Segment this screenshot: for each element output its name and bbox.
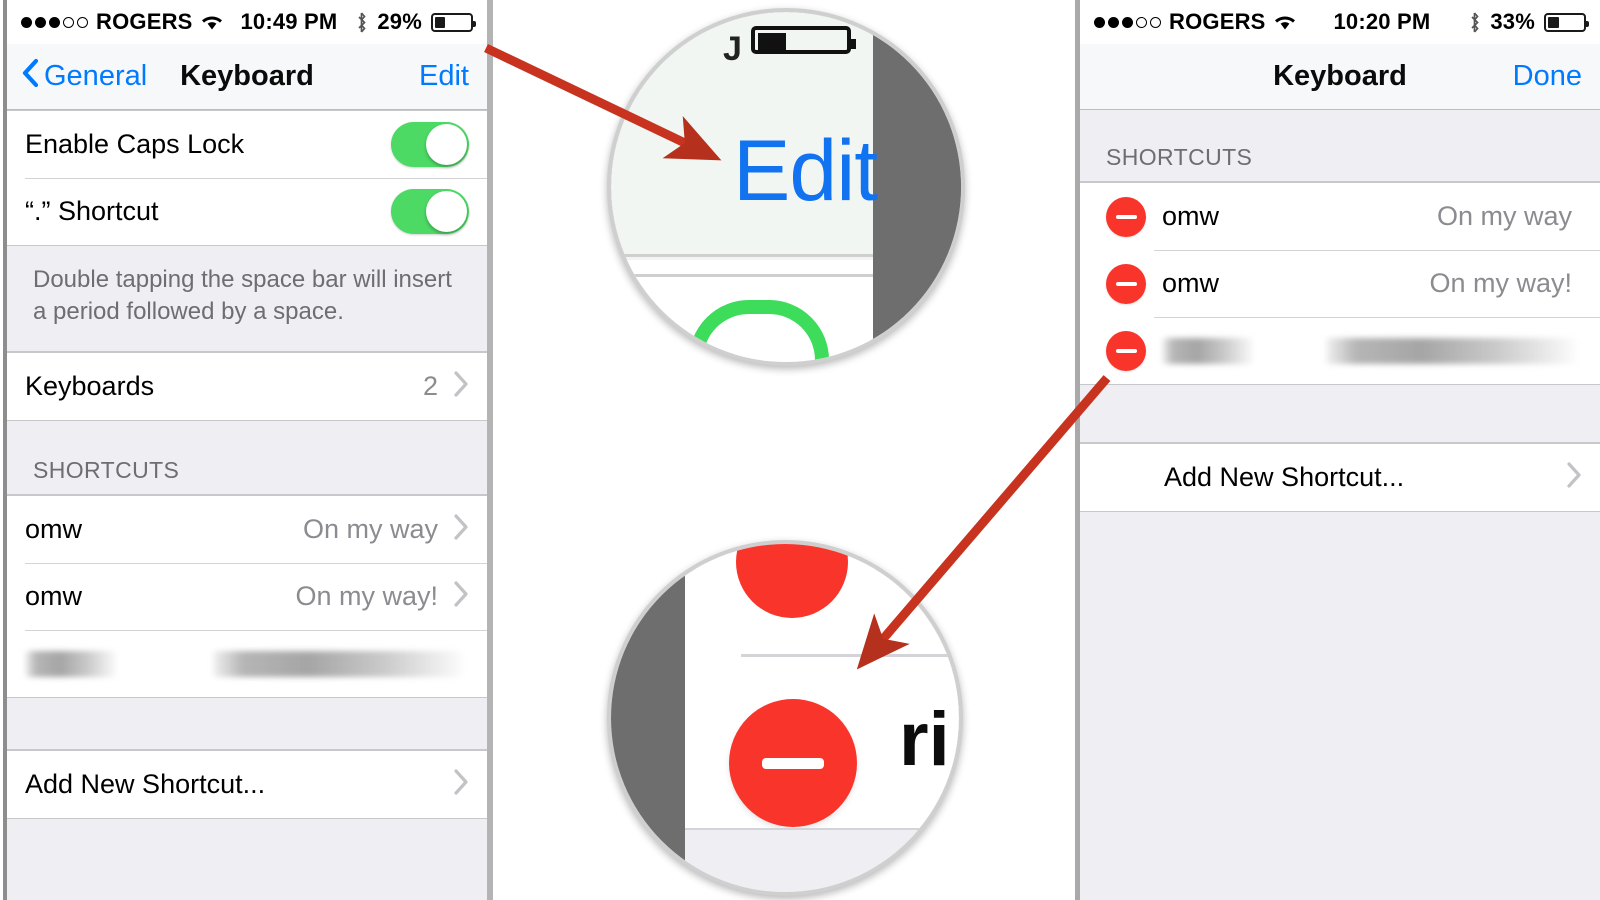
right-table-view: SHORTCUTS omw On my way omw On my way! A…	[1080, 110, 1600, 900]
right-status-bar: ROGERS 10:20 PM 33%	[1080, 0, 1600, 44]
caps-lock-toggle[interactable]	[391, 122, 469, 167]
callout-edit-label: Edit	[733, 123, 878, 219]
minus-circle-icon[interactable]	[1106, 196, 1146, 237]
shortcuts-section-gap	[1080, 385, 1600, 443]
add-new-shortcut-label: Add New Shortcut...	[1164, 462, 1405, 492]
row-label: Enable Caps Lock	[25, 129, 245, 159]
left-status-left: ROGERS	[21, 9, 223, 35]
bottom-filler	[7, 819, 487, 900]
wifi-icon	[201, 14, 223, 31]
edit-button[interactable]: Edit	[419, 60, 469, 93]
table-row[interactable]: omw On my way!	[1080, 250, 1600, 317]
row-keyboards[interactable]: Keyboards 2	[7, 353, 487, 421]
redacted-shortcut-phrase	[213, 650, 463, 677]
status-time: 10:49 PM	[240, 9, 338, 34]
chevron-right-icon	[1565, 461, 1582, 494]
shortcuts-section-gap	[7, 698, 487, 751]
chevron-right-icon	[452, 370, 469, 403]
right-phone-screen: ROGERS 10:20 PM 33% Keyboard Done SHORTC…	[1075, 0, 1600, 900]
row-enable-caps-lock[interactable]: Enable Caps Lock	[7, 111, 487, 178]
callout-magnifier-minus: ri	[607, 540, 963, 896]
left-status-bar: ROGERS 10:49 PM 29%	[7, 0, 487, 44]
chevron-right-icon	[452, 768, 469, 801]
left-nav-bar: General Keyboard Edit	[7, 44, 487, 110]
callout-edit-content: J Edit	[611, 12, 961, 362]
chevron-right-icon	[452, 513, 469, 546]
status-time: 10:20 PM	[1333, 9, 1431, 34]
carrier-name: ROGERS	[1169, 9, 1266, 34]
done-button[interactable]: Done	[1513, 60, 1582, 93]
right-status-right: 33%	[1468, 9, 1589, 35]
bluetooth-icon	[355, 11, 368, 33]
bottom-filler	[1080, 512, 1600, 900]
row-label: Keyboards	[25, 371, 155, 402]
redacted-shortcut-phrase	[1326, 337, 1576, 364]
left-status-right: 29%	[355, 9, 476, 35]
redacted-shortcut-key	[25, 650, 117, 677]
keyboards-group: Keyboards 2	[7, 352, 487, 422]
chevron-right-icon	[452, 580, 469, 613]
table-row-redacted[interactable]	[7, 630, 487, 698]
add-new-shortcut-label: Add New Shortcut...	[25, 769, 266, 800]
callout-minus-content: ri	[611, 544, 959, 892]
right-nav-bar: Keyboard Done	[1080, 44, 1600, 110]
callout-edge-shadow	[873, 12, 961, 362]
right-status-left: ROGERS	[1094, 9, 1296, 35]
caps-lock-footer-note: Double tapping the space bar will insert…	[7, 246, 487, 353]
shortcuts-section-header: SHORTCUTS	[7, 421, 487, 496]
row-add-new-shortcut[interactable]: Add New Shortcut...	[1080, 444, 1600, 511]
shortcuts-group-edit: omw On my way omw On my way!	[1080, 182, 1600, 385]
shortcut-key: omw	[1162, 268, 1220, 298]
shortcut-key: omw	[1162, 201, 1220, 231]
callout-partial-char: J	[723, 30, 742, 68]
left-phone-screen: ROGERS 10:49 PM 29% General Keyboard Edi…	[3, 0, 493, 900]
shortcut-phrase: On my way	[302, 514, 438, 545]
minus-circle-icon[interactable]	[1106, 330, 1146, 371]
callout-magnifier-edit: J Edit	[607, 8, 965, 366]
wifi-icon	[1274, 14, 1296, 31]
row-label: “.” Shortcut	[25, 196, 159, 226]
toggles-group: Enable Caps Lock “.” Shortcut	[7, 110, 487, 246]
shortcut-phrase: On my way!	[295, 581, 438, 612]
shortcuts-group: omw On my way omw On my way!	[7, 495, 487, 699]
bluetooth-icon	[1468, 11, 1481, 33]
minus-circle-icon[interactable]	[1106, 263, 1146, 304]
redacted-shortcut-key	[1162, 337, 1254, 364]
add-shortcut-group: Add New Shortcut...	[7, 750, 487, 820]
shortcut-key: omw	[25, 514, 83, 545]
table-row-redacted[interactable]	[1080, 317, 1600, 384]
period-shortcut-toggle[interactable]	[391, 189, 469, 234]
shortcuts-section-header: SHORTCUTS	[1080, 110, 1600, 182]
battery-icon	[431, 12, 476, 32]
callout-edge-shadow	[611, 544, 685, 892]
table-row[interactable]: omw On my way!	[7, 563, 487, 631]
shortcut-key: omw	[25, 581, 83, 612]
battery-icon	[751, 26, 856, 54]
shortcut-phrase: On my way!	[1429, 268, 1572, 298]
minus-circle-icon	[729, 699, 857, 827]
signal-strength-icon	[1094, 16, 1161, 28]
left-table-view: Enable Caps Lock “.” Shortcut Double tap…	[7, 110, 487, 900]
back-button-label: General	[44, 60, 148, 92]
battery-percent: 33%	[1490, 9, 1535, 34]
battery-icon	[1544, 12, 1589, 32]
row-add-new-shortcut[interactable]: Add New Shortcut...	[7, 751, 487, 819]
add-shortcut-group: Add New Shortcut...	[1080, 443, 1600, 512]
callout-partial-text: ri	[899, 697, 950, 782]
chevron-left-icon	[21, 58, 39, 96]
screenshot-stage: ROGERS 10:49 PM 29% General Keyboard Edi…	[0, 0, 1600, 900]
signal-strength-icon	[21, 16, 88, 28]
row-period-shortcut[interactable]: “.” Shortcut	[7, 178, 487, 245]
battery-percent: 29%	[377, 9, 422, 34]
carrier-name: ROGERS	[96, 9, 193, 34]
shortcut-phrase: On my way	[1436, 201, 1572, 231]
keyboards-count: 2	[422, 371, 438, 402]
table-row[interactable]: omw On my way	[7, 496, 487, 564]
back-button-general[interactable]: General	[7, 58, 147, 96]
table-row[interactable]: omw On my way	[1080, 183, 1600, 250]
